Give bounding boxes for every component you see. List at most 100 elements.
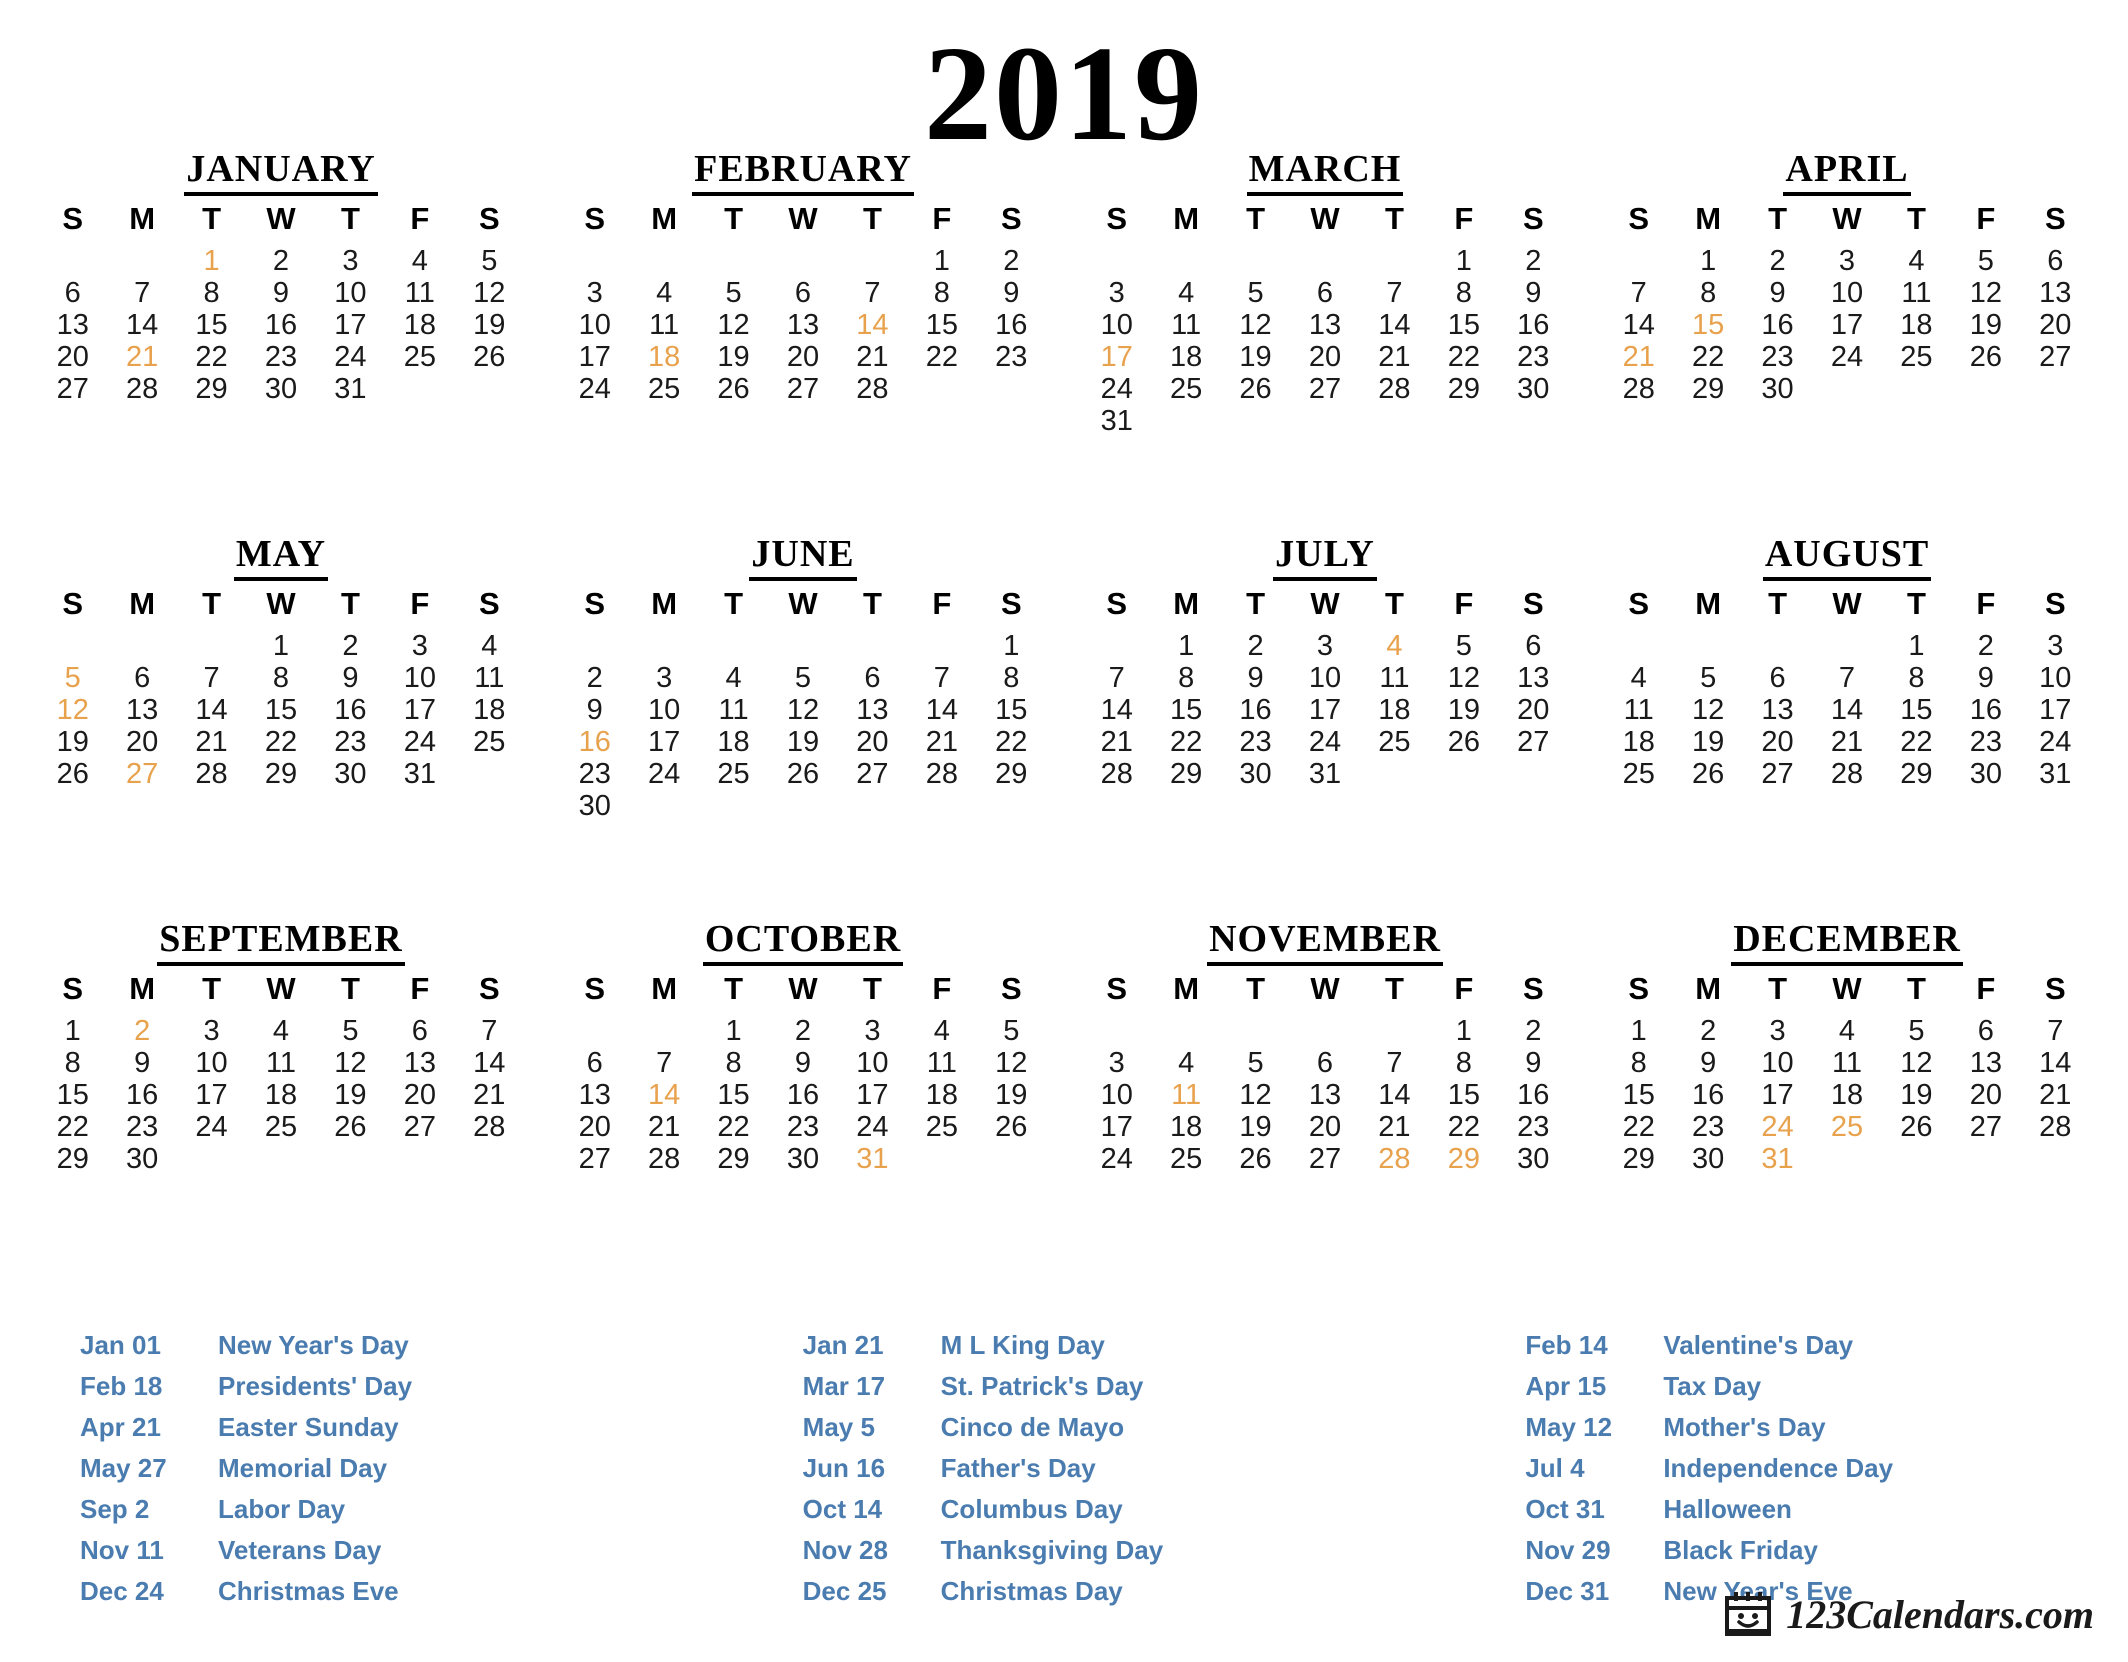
day-cell[interactable]: 15: [1429, 309, 1498, 341]
day-cell[interactable]: 18: [1604, 726, 1673, 758]
brand-logo[interactable]: 123Calendars.com: [1722, 1588, 2094, 1640]
day-cell[interactable]: 24: [316, 341, 385, 373]
day-cell[interactable]: 31: [1290, 758, 1359, 790]
day-cell[interactable]: 24: [385, 726, 454, 758]
day-cell[interactable]: 9: [1673, 1047, 1742, 1079]
day-cell[interactable]: 23: [1499, 1111, 1568, 1143]
day-cell-holiday[interactable]: 11: [1151, 1079, 1220, 1111]
day-cell[interactable]: 28: [1604, 373, 1673, 405]
day-cell[interactable]: 26: [768, 758, 837, 790]
day-cell[interactable]: 8: [699, 1047, 768, 1079]
day-cell[interactable]: 27: [1743, 758, 1812, 790]
day-cell[interactable]: 12: [977, 1047, 1046, 1079]
day-cell[interactable]: 3: [2021, 630, 2090, 662]
day-cell[interactable]: 22: [699, 1111, 768, 1143]
day-cell[interactable]: 9: [977, 277, 1046, 309]
day-cell[interactable]: 20: [560, 1111, 629, 1143]
day-cell[interactable]: 21: [177, 726, 246, 758]
day-cell[interactable]: 17: [316, 309, 385, 341]
day-cell[interactable]: 3: [1743, 1015, 1812, 1047]
day-cell[interactable]: 13: [560, 1079, 629, 1111]
day-cell[interactable]: 31: [1082, 405, 1151, 437]
day-cell[interactable]: 7: [455, 1015, 524, 1047]
day-cell[interactable]: 19: [316, 1079, 385, 1111]
day-cell[interactable]: 9: [1499, 277, 1568, 309]
day-cell-holiday[interactable]: 31: [1743, 1143, 1812, 1175]
day-cell[interactable]: 19: [1882, 1079, 1951, 1111]
day-cell[interactable]: 7: [177, 662, 246, 694]
day-cell[interactable]: 10: [1290, 662, 1359, 694]
day-cell[interactable]: 4: [1151, 277, 1220, 309]
day-cell[interactable]: 8: [977, 662, 1046, 694]
day-cell[interactable]: 9: [246, 277, 315, 309]
day-cell[interactable]: 18: [1151, 341, 1220, 373]
day-cell[interactable]: 13: [1499, 662, 1568, 694]
day-cell-holiday[interactable]: 31: [838, 1143, 907, 1175]
day-cell[interactable]: 22: [38, 1111, 107, 1143]
day-cell[interactable]: 8: [907, 277, 976, 309]
day-cell[interactable]: 22: [1673, 341, 1742, 373]
day-cell[interactable]: 3: [177, 1015, 246, 1047]
day-cell[interactable]: 23: [1673, 1111, 1742, 1143]
day-cell[interactable]: 31: [2021, 758, 2090, 790]
day-cell[interactable]: 11: [1604, 694, 1673, 726]
day-cell[interactable]: 14: [177, 694, 246, 726]
day-cell[interactable]: 15: [1429, 1079, 1498, 1111]
day-cell[interactable]: 28: [1360, 373, 1429, 405]
day-cell[interactable]: 24: [1290, 726, 1359, 758]
day-cell[interactable]: 2: [1499, 245, 1568, 277]
day-cell[interactable]: 10: [2021, 662, 2090, 694]
day-cell[interactable]: 11: [907, 1047, 976, 1079]
day-cell-holiday[interactable]: 29: [1429, 1143, 1498, 1175]
day-cell[interactable]: 11: [1151, 309, 1220, 341]
day-cell[interactable]: 8: [38, 1047, 107, 1079]
day-cell[interactable]: 29: [246, 758, 315, 790]
day-cell[interactable]: 6: [107, 662, 176, 694]
day-cell[interactable]: 13: [2021, 277, 2090, 309]
day-cell[interactable]: 14: [1360, 309, 1429, 341]
day-cell[interactable]: 2: [1499, 1015, 1568, 1047]
day-cell[interactable]: 4: [455, 630, 524, 662]
day-cell[interactable]: 6: [1499, 630, 1568, 662]
day-cell[interactable]: 26: [316, 1111, 385, 1143]
day-cell[interactable]: 6: [2021, 245, 2090, 277]
day-cell[interactable]: 5: [455, 245, 524, 277]
day-cell[interactable]: 16: [1499, 309, 1568, 341]
day-cell[interactable]: 6: [385, 1015, 454, 1047]
day-cell[interactable]: 14: [455, 1047, 524, 1079]
day-cell[interactable]: 7: [1082, 662, 1151, 694]
day-cell[interactable]: 26: [977, 1111, 1046, 1143]
day-cell[interactable]: 13: [385, 1047, 454, 1079]
day-cell-holiday[interactable]: 5: [38, 662, 107, 694]
day-cell[interactable]: 9: [1951, 662, 2020, 694]
day-cell[interactable]: 10: [629, 694, 698, 726]
day-cell[interactable]: 12: [1951, 277, 2020, 309]
day-cell[interactable]: 2: [316, 630, 385, 662]
day-cell[interactable]: 4: [907, 1015, 976, 1047]
day-cell[interactable]: 18: [1360, 694, 1429, 726]
day-cell[interactable]: 25: [455, 726, 524, 758]
day-cell[interactable]: 9: [1221, 662, 1290, 694]
day-cell[interactable]: 22: [977, 726, 1046, 758]
day-cell[interactable]: 31: [385, 758, 454, 790]
day-cell[interactable]: 29: [1429, 373, 1498, 405]
day-cell[interactable]: 5: [1882, 1015, 1951, 1047]
day-cell[interactable]: 14: [107, 309, 176, 341]
day-cell[interactable]: 25: [385, 341, 454, 373]
day-cell[interactable]: 24: [1812, 341, 1881, 373]
day-cell[interactable]: 17: [2021, 694, 2090, 726]
day-cell[interactable]: 17: [1743, 1079, 1812, 1111]
day-cell[interactable]: 17: [629, 726, 698, 758]
day-cell[interactable]: 30: [1221, 758, 1290, 790]
day-cell[interactable]: 14: [2021, 1047, 2090, 1079]
day-cell[interactable]: 1: [699, 1015, 768, 1047]
day-cell[interactable]: 21: [1360, 1111, 1429, 1143]
day-cell[interactable]: 19: [977, 1079, 1046, 1111]
day-cell[interactable]: 21: [2021, 1079, 2090, 1111]
day-cell[interactable]: 19: [1221, 1111, 1290, 1143]
day-cell[interactable]: 29: [977, 758, 1046, 790]
day-cell[interactable]: 16: [1951, 694, 2020, 726]
day-cell[interactable]: 28: [107, 373, 176, 405]
day-cell[interactable]: 30: [316, 758, 385, 790]
day-cell[interactable]: 10: [177, 1047, 246, 1079]
